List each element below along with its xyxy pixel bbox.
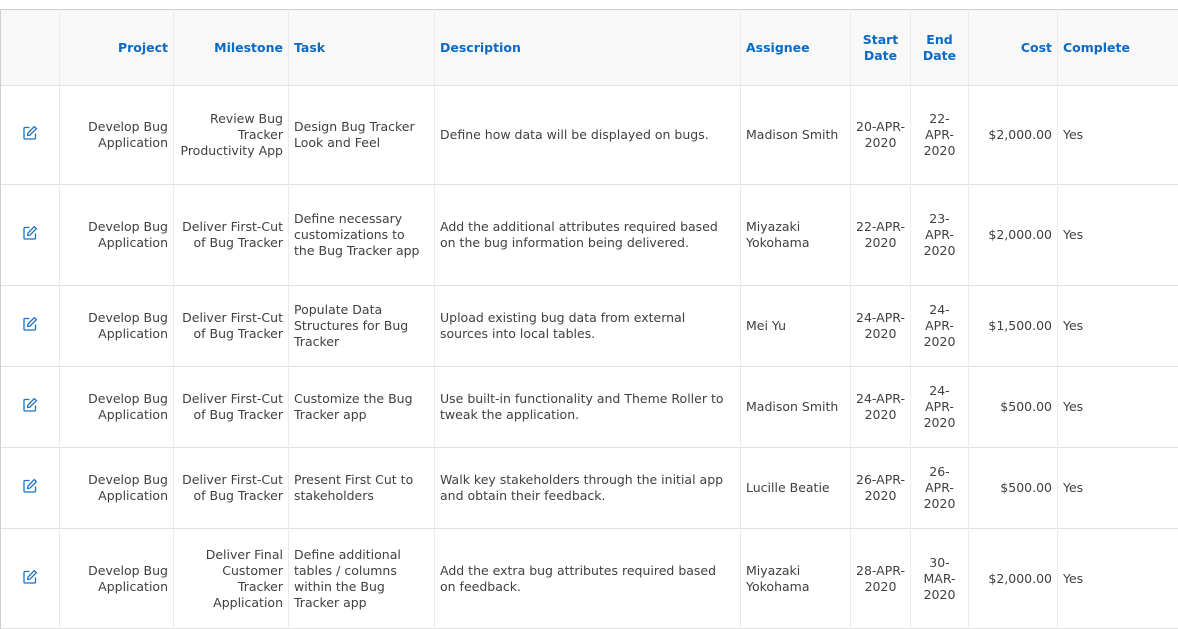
cell-start-date: 26-APR-2020	[851, 448, 911, 529]
table-row: Develop Bug Application Deliver Final Cu…	[1, 529, 1178, 629]
cell-milestone: Deliver First-Cut of Bug Tracker	[174, 286, 289, 367]
column-header-cost[interactable]: Cost	[969, 10, 1058, 86]
cell-milestone: Deliver Final Customer Tracker Applicati…	[174, 529, 289, 629]
edit-pencil-icon[interactable]	[22, 316, 38, 332]
cell-project: Develop Bug Application	[60, 86, 174, 185]
cell-assignee: Miyazaki Yokohama	[741, 529, 851, 629]
cell-milestone: Deliver First-Cut of Bug Tracker	[174, 367, 289, 448]
edit-pencil-icon[interactable]	[22, 397, 38, 413]
edit-pencil-icon[interactable]	[22, 225, 38, 241]
cell-cost: $2,000.00	[969, 529, 1058, 629]
edit-cell	[1, 448, 60, 529]
cell-end-date: 24-APR-2020	[911, 367, 969, 448]
cell-milestone: Review Bug Tracker Productivity App	[174, 86, 289, 185]
cell-description: Use built-in functionality and Theme Rol…	[435, 367, 741, 448]
cell-start-date: 24-APR-2020	[851, 286, 911, 367]
cell-milestone: Deliver First-Cut of Bug Tracker	[174, 448, 289, 529]
column-header-milestone[interactable]: Milestone	[174, 10, 289, 86]
table-row: Develop Bug Application Deliver First-Cu…	[1, 367, 1178, 448]
edit-cell	[1, 86, 60, 185]
column-header-description[interactable]: Description	[435, 10, 741, 86]
cell-complete: Yes	[1058, 86, 1178, 185]
column-header-start-date[interactable]: Start Date	[851, 10, 911, 86]
column-header-edit	[1, 10, 60, 86]
cell-start-date: 20-APR-2020	[851, 86, 911, 185]
column-header-project[interactable]: Project	[60, 10, 174, 86]
cell-complete: Yes	[1058, 448, 1178, 529]
cell-project: Develop Bug Application	[60, 185, 174, 286]
edit-pencil-icon[interactable]	[22, 569, 38, 585]
cell-task: Customize the Bug Tracker app	[289, 367, 435, 448]
cell-end-date: 30-MAR-2020	[911, 529, 969, 629]
cell-description: Add the extra bug attributes required ba…	[435, 529, 741, 629]
column-header-assignee[interactable]: Assignee	[741, 10, 851, 86]
column-header-end-date[interactable]: End Date	[911, 10, 969, 86]
cell-description: Add the additional attributes required b…	[435, 185, 741, 286]
cell-assignee: Mei Yu	[741, 286, 851, 367]
cell-project: Develop Bug Application	[60, 529, 174, 629]
cell-milestone: Deliver First-Cut of Bug Tracker	[174, 185, 289, 286]
cell-task: Define necessary customizations to the B…	[289, 185, 435, 286]
cell-assignee: Lucille Beatie	[741, 448, 851, 529]
cell-task: Populate Data Structures for Bug Tracker	[289, 286, 435, 367]
table-row: Develop Bug Application Deliver First-Cu…	[1, 286, 1178, 367]
cell-project: Develop Bug Application	[60, 367, 174, 448]
cell-cost: $500.00	[969, 448, 1058, 529]
table-row: Develop Bug Application Deliver First-Cu…	[1, 185, 1178, 286]
cell-start-date: 28-APR-2020	[851, 529, 911, 629]
cell-description: Upload existing bug data from external s…	[435, 286, 741, 367]
cell-start-date: 22-APR-2020	[851, 185, 911, 286]
table-row: Develop Bug Application Review Bug Track…	[1, 86, 1178, 185]
cell-project: Develop Bug Application	[60, 286, 174, 367]
cell-end-date: 23-APR-2020	[911, 185, 969, 286]
edit-cell	[1, 529, 60, 629]
cell-assignee: Miyazaki Yokohama	[741, 185, 851, 286]
cell-task: Design Bug Tracker Look and Feel	[289, 86, 435, 185]
edit-pencil-icon[interactable]	[22, 125, 38, 141]
header-row: Project Milestone Task Description Assig…	[1, 10, 1178, 86]
tasks-report-table: Project Milestone Task Description Assig…	[0, 9, 1178, 629]
column-header-task[interactable]: Task	[289, 10, 435, 86]
edit-pencil-icon[interactable]	[22, 478, 38, 494]
cell-description: Walk key stakeholders through the initia…	[435, 448, 741, 529]
cell-complete: Yes	[1058, 367, 1178, 448]
cell-complete: Yes	[1058, 185, 1178, 286]
cell-assignee: Madison Smith	[741, 367, 851, 448]
cell-end-date: 24-APR-2020	[911, 286, 969, 367]
cell-task: Define additional tables / columns withi…	[289, 529, 435, 629]
cell-task: Present First Cut to stakeholders	[289, 448, 435, 529]
edit-cell	[1, 286, 60, 367]
cell-end-date: 22-APR-2020	[911, 86, 969, 185]
cell-start-date: 24-APR-2020	[851, 367, 911, 448]
cell-assignee: Madison Smith	[741, 86, 851, 185]
column-header-complete[interactable]: Complete	[1058, 10, 1178, 86]
edit-cell	[1, 185, 60, 286]
cell-cost: $500.00	[969, 367, 1058, 448]
cell-complete: Yes	[1058, 529, 1178, 629]
cell-complete: Yes	[1058, 286, 1178, 367]
cell-end-date: 26-APR-2020	[911, 448, 969, 529]
table-row: Develop Bug Application Deliver First-Cu…	[1, 448, 1178, 529]
cell-project: Develop Bug Application	[60, 448, 174, 529]
cell-cost: $2,000.00	[969, 86, 1058, 185]
cell-cost: $2,000.00	[969, 185, 1058, 286]
edit-cell	[1, 367, 60, 448]
cell-description: Define how data will be displayed on bug…	[435, 86, 741, 185]
cell-cost: $1,500.00	[969, 286, 1058, 367]
